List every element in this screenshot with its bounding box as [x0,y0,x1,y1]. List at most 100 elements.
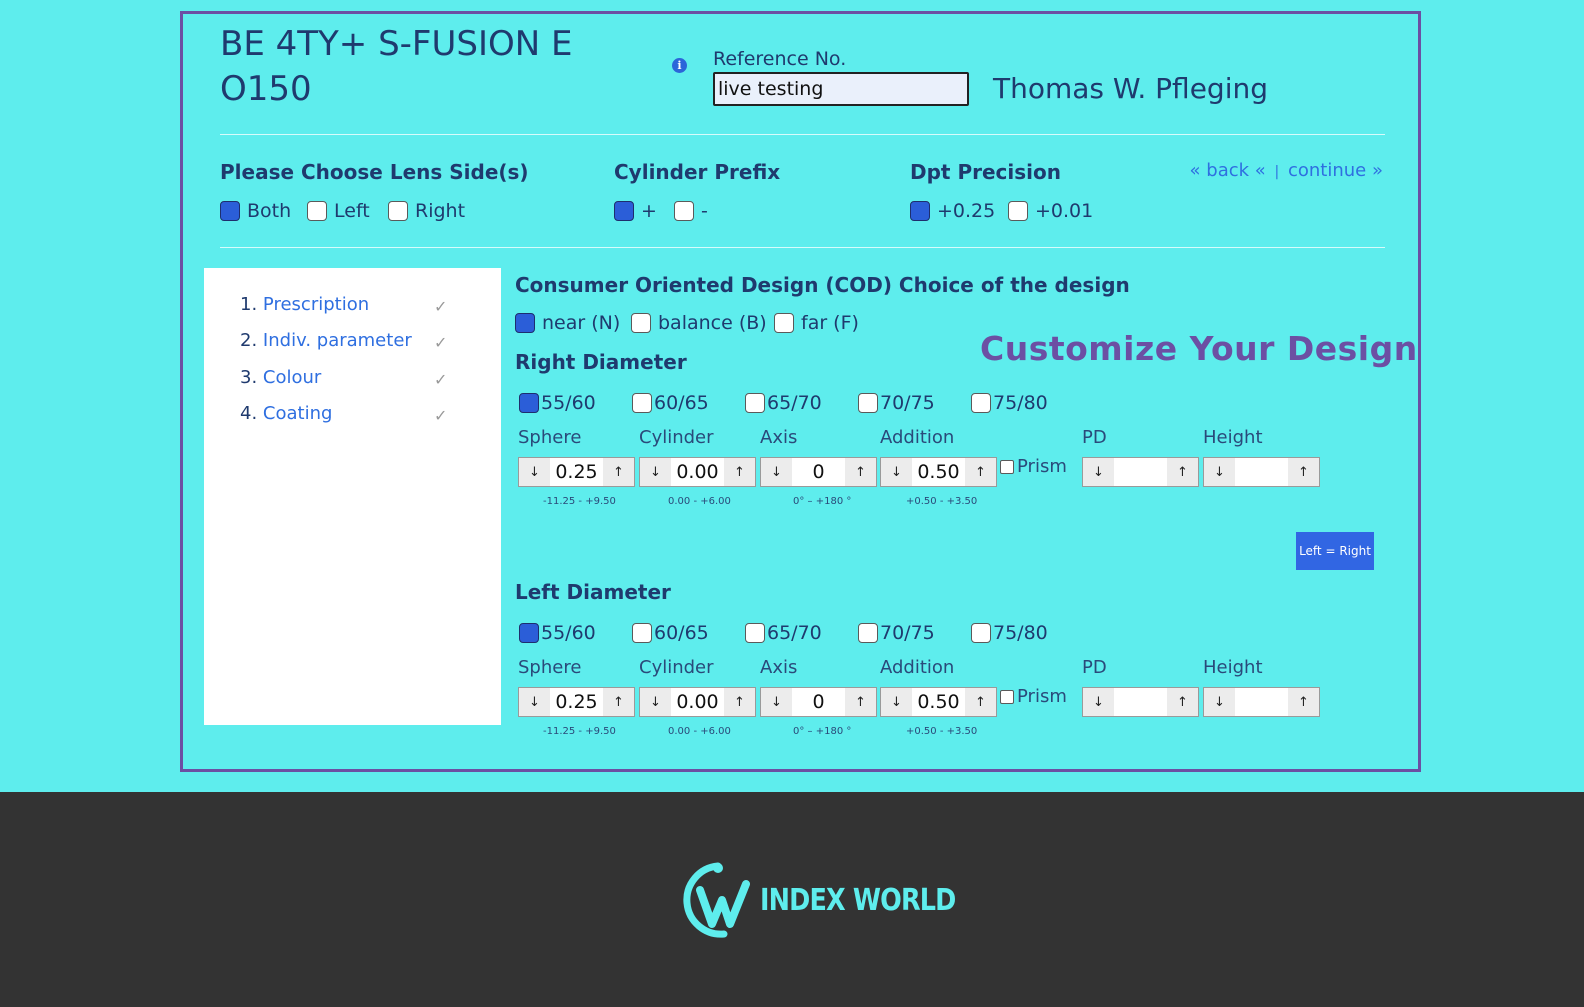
right-cylinder-stepper[interactable]: ↓ 0.00 ↑ [639,457,756,487]
arrow-up-icon[interactable]: ↑ [1288,688,1319,716]
right-diameter-55-60[interactable]: 55/60 [519,392,596,414]
checkbox-icon[interactable] [745,393,765,413]
checkbox-icon[interactable] [674,201,694,221]
checkbox-icon[interactable] [971,393,991,413]
lens-side-both[interactable]: Both [220,200,291,222]
checkbox-icon[interactable] [858,393,878,413]
left-diameter-65-70[interactable]: 65/70 [745,622,822,644]
arrow-down-icon[interactable]: ↓ [1204,688,1235,716]
arrow-up-icon[interactable]: ↑ [603,688,634,716]
cod-far[interactable]: far (F) [774,312,859,334]
checkbox-icon[interactable] [745,623,765,643]
continue-link[interactable]: continue » [1288,160,1383,181]
dpt-precision-025[interactable]: +0.25 [910,200,995,222]
info-icon[interactable]: i [672,58,687,73]
left-prism-toggle[interactable]: Prism [1000,686,1067,707]
right-sphere-value[interactable]: 0.25 [550,458,603,486]
step-indiv-parameter[interactable]: 2. Indiv. parameter [240,330,412,351]
left-axis-stepper[interactable]: ↓ 0 ↑ [760,687,877,717]
left-sphere-value[interactable]: 0.25 [550,688,603,716]
checkbox-icon[interactable] [614,201,634,221]
arrow-up-icon[interactable]: ↑ [1167,458,1198,486]
arrow-up-icon[interactable]: ↑ [724,688,755,716]
arrow-down-icon[interactable]: ↓ [1083,688,1114,716]
left-diameter-55-60[interactable]: 55/60 [519,622,596,644]
checkbox-icon[interactable] [971,623,991,643]
cod-near[interactable]: near (N) [515,312,620,334]
right-axis-value[interactable]: 0 [792,458,845,486]
right-addition-stepper[interactable]: ↓ 0.50 ↑ [880,457,997,487]
checkbox-icon[interactable] [307,201,327,221]
right-addition-value[interactable]: 0.50 [912,458,965,486]
arrow-up-icon[interactable]: ↑ [845,458,876,486]
dpt-precision-001[interactable]: +0.01 [1008,200,1093,222]
left-diameter-60-65[interactable]: 60/65 [632,622,709,644]
left-equals-right-button[interactable]: Left = Right [1296,532,1374,570]
right-sphere-stepper[interactable]: ↓ 0.25 ↑ [518,457,635,487]
left-pd-value[interactable] [1114,688,1167,716]
cylinder-prefix-plus[interactable]: + [614,200,657,222]
cod-balance[interactable]: balance (B) [631,312,767,334]
back-link[interactable]: « back « [1190,160,1266,181]
checkbox-icon[interactable] [631,313,651,333]
left-cylinder-stepper[interactable]: ↓ 0.00 ↑ [639,687,756,717]
left-addition-value[interactable]: 0.50 [912,688,965,716]
right-axis-stepper[interactable]: ↓ 0 ↑ [760,457,877,487]
lens-side-right[interactable]: Right [388,200,465,222]
right-height-stepper[interactable]: ↓ ↑ [1203,457,1320,487]
arrow-down-icon[interactable]: ↓ [519,458,550,486]
arrow-up-icon[interactable]: ↑ [1288,458,1319,486]
checkbox-icon[interactable] [632,623,652,643]
index-world-logo[interactable]: INDEX WORLD [678,860,990,940]
left-cylinder-value[interactable]: 0.00 [671,688,724,716]
arrow-up-icon[interactable]: ↑ [724,458,755,486]
checkbox-icon[interactable] [632,393,652,413]
checkbox-icon[interactable] [220,201,240,221]
checkbox-icon[interactable] [1000,689,1014,704]
arrow-down-icon[interactable]: ↓ [1204,458,1235,486]
reference-input[interactable] [713,72,969,106]
right-prism-toggle[interactable]: Prism [1000,456,1067,477]
checkbox-icon[interactable] [515,313,535,333]
lens-side-left[interactable]: Left [307,200,370,222]
checkbox-icon[interactable] [388,201,408,221]
right-height-value[interactable] [1235,458,1288,486]
arrow-down-icon[interactable]: ↓ [881,688,912,716]
left-diameter-75-80[interactable]: 75/80 [971,622,1048,644]
arrow-down-icon[interactable]: ↓ [640,688,671,716]
right-diameter-75-80[interactable]: 75/80 [971,392,1048,414]
left-pd-stepper[interactable]: ↓ ↑ [1082,687,1199,717]
arrow-up-icon[interactable]: ↑ [845,688,876,716]
right-cylinder-value[interactable]: 0.00 [671,458,724,486]
left-sphere-stepper[interactable]: ↓ 0.25 ↑ [518,687,635,717]
arrow-down-icon[interactable]: ↓ [761,458,792,486]
checkbox-icon[interactable] [774,313,794,333]
step-coating[interactable]: 4. Coating [240,403,332,424]
arrow-down-icon[interactable]: ↓ [519,688,550,716]
left-axis-value[interactable]: 0 [792,688,845,716]
arrow-up-icon[interactable]: ↑ [1167,688,1198,716]
step-colour[interactable]: 3. Colour [240,367,321,388]
right-diameter-65-70[interactable]: 65/70 [745,392,822,414]
checkbox-icon[interactable] [858,623,878,643]
step-prescription[interactable]: 1. Prescription [240,294,369,315]
arrow-up-icon[interactable]: ↑ [965,458,996,486]
left-height-value[interactable] [1235,688,1288,716]
arrow-down-icon[interactable]: ↓ [640,458,671,486]
right-diameter-70-75[interactable]: 70/75 [858,392,935,414]
arrow-down-icon[interactable]: ↓ [881,458,912,486]
left-diameter-70-75[interactable]: 70/75 [858,622,935,644]
checkbox-icon[interactable] [910,201,930,221]
arrow-up-icon[interactable]: ↑ [603,458,634,486]
arrow-down-icon[interactable]: ↓ [761,688,792,716]
checkbox-icon[interactable] [519,393,539,413]
arrow-down-icon[interactable]: ↓ [1083,458,1114,486]
checkbox-icon[interactable] [1008,201,1028,221]
left-addition-stepper[interactable]: ↓ 0.50 ↑ [880,687,997,717]
cylinder-prefix-minus[interactable]: - [674,200,708,222]
checkbox-icon[interactable] [519,623,539,643]
right-pd-stepper[interactable]: ↓ ↑ [1082,457,1199,487]
arrow-up-icon[interactable]: ↑ [965,688,996,716]
checkbox-icon[interactable] [1000,459,1014,474]
right-pd-value[interactable] [1114,458,1167,486]
